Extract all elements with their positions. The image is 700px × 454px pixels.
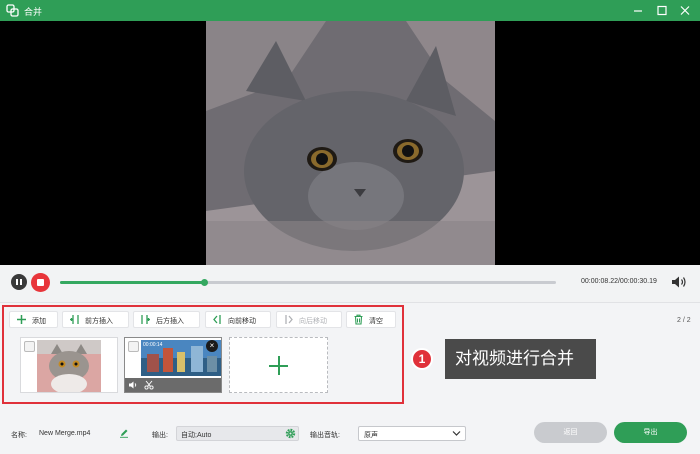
move-forward-label: 向前移动: [228, 318, 256, 325]
move-backward-button[interactable]: 向后移动: [276, 311, 342, 328]
video-preview-frame: [206, 21, 495, 265]
move-forward-icon: [213, 315, 221, 324]
annotation-callout: 对视频进行合并: [445, 339, 596, 379]
file-name-value: New Merge.mp4: [39, 430, 91, 437]
merge-app-icon: [6, 4, 19, 17]
video-preview-area: [0, 21, 700, 265]
clip-action-bar: [125, 378, 221, 392]
trash-icon: [354, 314, 363, 325]
insert-before-icon: [70, 315, 79, 324]
cat-thumbnail-image: [37, 340, 101, 392]
cat-video-frame-image: [206, 21, 495, 265]
plus-icon: [17, 315, 26, 324]
edit-icon[interactable]: [119, 428, 129, 438]
add-clip-placeholder[interactable]: [229, 337, 328, 393]
clip-thumbnail-image: [37, 340, 101, 392]
progress-fill: [60, 281, 204, 284]
title-bar: 合并: [0, 0, 700, 21]
clip-volume-icon[interactable]: [128, 380, 138, 390]
time-display: 00:00:08.22/00:00:30.19: [581, 278, 657, 285]
stop-button[interactable]: [31, 273, 50, 292]
output-format-value: 自动;Auto: [181, 432, 212, 439]
remove-clip-icon[interactable]: ×: [206, 340, 218, 352]
gear-icon[interactable]: [285, 428, 296, 439]
minimize-icon[interactable]: [630, 3, 646, 18]
move-forward-button[interactable]: 向前移动: [205, 311, 271, 328]
add-button-label: 添加: [32, 318, 46, 325]
insert-after-button[interactable]: 后方插入: [133, 311, 200, 328]
volume-icon[interactable]: [671, 275, 687, 289]
step-number-badge: 1: [411, 348, 433, 370]
add-button[interactable]: 添加: [9, 311, 58, 328]
output-label: 输出:: [152, 432, 168, 439]
insert-before-button[interactable]: 前方插入: [62, 311, 129, 328]
output-format-field[interactable]: 自动;Auto: [176, 426, 299, 441]
progress-handle[interactable]: [200, 279, 208, 286]
clip-select-checkbox[interactable]: [128, 341, 139, 352]
clear-label: 清空: [369, 318, 383, 325]
back-button[interactable]: 返回: [534, 422, 607, 443]
pause-button[interactable]: [11, 274, 27, 290]
clip-select-checkbox[interactable]: [24, 341, 35, 352]
clip-duration: 00:00:14: [143, 342, 163, 348]
maximize-icon[interactable]: [654, 3, 670, 18]
audio-track-select[interactable]: 原声: [358, 426, 466, 441]
clear-button[interactable]: 清空: [346, 311, 396, 328]
playback-controls: 00:00:08.22/00:00:30.19: [0, 265, 700, 302]
clip-thumbnail-cat[interactable]: [20, 337, 118, 393]
window-title: 合并: [24, 7, 43, 17]
page-indicator: 2 / 2: [677, 317, 691, 324]
close-icon[interactable]: [677, 3, 693, 18]
scissors-icon[interactable]: [144, 380, 154, 390]
export-button[interactable]: 导出: [614, 422, 687, 443]
progress-bar[interactable]: [60, 279, 556, 286]
name-label: 名称:: [11, 432, 27, 439]
audio-track-label: 输出音轨:: [310, 432, 340, 439]
move-backward-icon: [285, 315, 293, 324]
insert-after-label: 后方插入: [156, 318, 184, 325]
audio-track-value: 原声: [364, 432, 378, 439]
insert-after-icon: [141, 315, 150, 324]
move-backward-label: 向后移动: [299, 318, 327, 325]
chevron-down-icon: [452, 431, 461, 436]
divider: [0, 302, 700, 303]
insert-before-label: 前方插入: [85, 318, 113, 325]
